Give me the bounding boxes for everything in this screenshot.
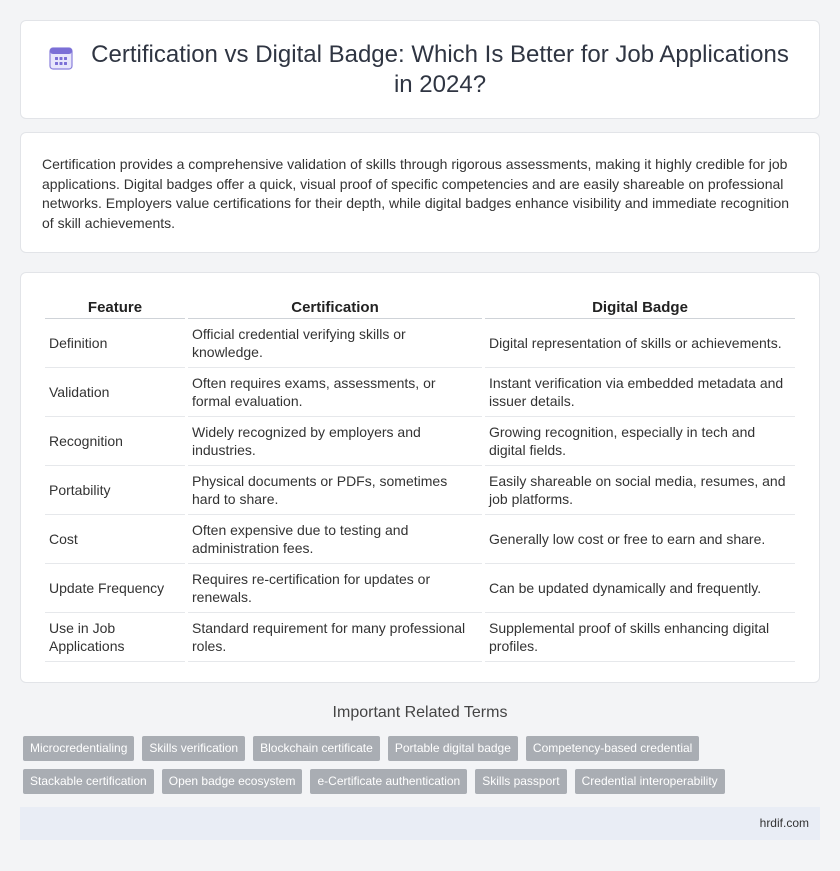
related-term-tag[interactable]: Competency-based credential <box>525 736 700 761</box>
table-row: Recognition Widely recognized by employe… <box>45 417 795 466</box>
table-row: Use in Job Applications Standard require… <box>45 613 795 662</box>
table-cell-certification: Often expensive due to testing and admin… <box>188 515 482 564</box>
column-header-certification: Certification <box>188 297 482 319</box>
table-cell-feature: Portability <box>45 466 185 515</box>
title-card: Certification vs Digital Badge: Which Is… <box>20 20 820 119</box>
page-title: Certification vs Digital Badge: Which Is… <box>91 40 789 98</box>
table-cell-certification: Official credential verifying skills or … <box>188 319 482 368</box>
table-cell-feature: Recognition <box>45 417 185 466</box>
table-row: Cost Often expensive due to testing and … <box>45 515 795 564</box>
table-row: Definition Official credential verifying… <box>45 319 795 368</box>
table-cell-feature: Validation <box>45 368 185 417</box>
related-term-tag[interactable]: Skills verification <box>142 736 246 761</box>
table-cell-digital-badge: Growing recognition, especially in tech … <box>485 417 795 466</box>
table-cell-feature: Cost <box>45 515 185 564</box>
related-term-tag[interactable]: e-Certificate authentication <box>310 769 468 794</box>
table-cell-feature: Update Frequency <box>45 564 185 613</box>
related-terms-heading: Important Related Terms <box>332 704 508 721</box>
related-terms-list: Microcredentialing Skills verification B… <box>23 736 803 794</box>
table-cell-certification: Often requires exams, assessments, or fo… <box>188 368 482 417</box>
table-row: Update Frequency Requires re-certificati… <box>45 564 795 613</box>
related-term-tag[interactable]: Blockchain certificate <box>253 736 380 761</box>
comparison-table-card: Feature Certification Digital Badge Defi… <box>20 272 820 683</box>
table-cell-digital-badge: Instant verification via embedded metada… <box>485 368 795 417</box>
table-row: Portability Physical documents or PDFs, … <box>45 466 795 515</box>
table-cell-feature: Use in Job Applications <box>45 613 185 662</box>
table-cell-certification: Widely recognized by employers and indus… <box>188 417 482 466</box>
table-cell-digital-badge: Generally low cost or free to earn and s… <box>485 515 795 564</box>
related-term-tag[interactable]: Credential interoperability <box>574 769 725 794</box>
summary-card: Certification provides a comprehensive v… <box>20 132 820 253</box>
related-term-tag[interactable]: Open badge ecosystem <box>161 769 303 794</box>
table-cell-certification: Standard requirement for many profession… <box>188 613 482 662</box>
table-cell-feature: Definition <box>45 319 185 368</box>
related-term-tag[interactable]: Portable digital badge <box>387 736 518 761</box>
related-term-tag[interactable]: Microcredentialing <box>23 736 135 761</box>
table-cell-digital-badge: Can be updated dynamically and frequentl… <box>485 564 795 613</box>
table-cell-digital-badge: Digital representation of skills or achi… <box>485 319 795 368</box>
table-cell-digital-badge: Easily shareable on social media, resume… <box>485 466 795 515</box>
table-cell-certification: Physical documents or PDFs, sometimes ha… <box>188 466 482 515</box>
comparison-table: Feature Certification Digital Badge Defi… <box>42 297 798 662</box>
related-term-tag[interactable]: Stackable certification <box>23 769 154 794</box>
summary-text: Certification provides a comprehensive v… <box>42 156 790 231</box>
table-cell-certification: Requires re-certification for updates or… <box>188 564 482 613</box>
table-cell-digital-badge: Supplemental proof of skills enhancing d… <box>485 613 795 662</box>
related-term-tag[interactable]: Skills passport <box>475 769 567 794</box>
table-header-row: Feature Certification Digital Badge <box>45 297 795 319</box>
footer: hrdif.com <box>20 807 820 840</box>
footer-site-link[interactable]: hrdif.com <box>760 816 809 830</box>
column-header-feature: Feature <box>45 297 185 319</box>
column-header-digital-badge: Digital Badge <box>485 297 795 319</box>
table-row: Validation Often requires exams, assessm… <box>45 368 795 417</box>
